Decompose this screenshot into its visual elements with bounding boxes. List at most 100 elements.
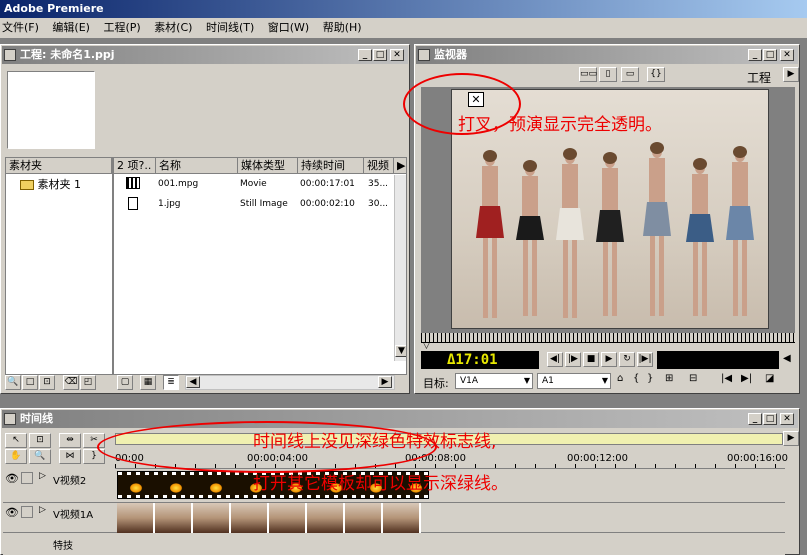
thumbnail-view-icon[interactable]: ▢ [117,375,133,390]
scroll-left-button[interactable]: ◀ [186,376,200,388]
list-view-icon[interactable]: ≣ [163,375,179,390]
menu-help[interactable]: 帮助(H) [323,21,362,34]
mark-in-icon[interactable]: { [633,373,639,384]
folder-icon [20,180,34,190]
timeline-titlebar[interactable]: 时间线 _ □ ✕ [2,410,798,428]
clip-v1a[interactable] [117,503,431,533]
track-header-v2[interactable]: 👁 ▷ V视频2 [3,469,115,503]
zoom-tool-icon[interactable]: 🔍 [29,449,51,464]
columns-scroll-right[interactable]: ▶ [394,158,406,174]
table-row[interactable]: 001.mpg Movie 00:00:17:01 35... [114,175,406,194]
find-icon[interactable]: 🔍 [5,375,21,390]
project-toolbar: 🔍 □ ⊡ ⌫ ◰ ▢ ▦ ≣ ◀ ▶ [5,375,407,391]
overlay-icon[interactable]: ⊟ [689,373,697,384]
lock-box[interactable] [21,506,33,518]
monitor-window-icon [418,49,430,61]
monitor-titlebar[interactable]: 监视器 _ □ ✕ [416,46,798,64]
go-out-icon[interactable]: ▶| [741,373,752,384]
track-area-v1a[interactable] [115,503,785,533]
lift-icon[interactable]: ⌂ [617,373,623,384]
timeline-menu-arrow[interactable]: ▶ [783,431,799,446]
play-icon[interactable]: ▶ [601,352,617,367]
new-bin-icon[interactable]: □ [22,375,38,390]
stop-icon[interactable]: ■ [583,352,599,367]
grid-view-icon[interactable]: ▦ [140,375,156,390]
jog-display[interactable] [657,351,779,369]
project-window: 工程: 未命名1.ppj _ □ ✕ 素材夹 素材夹 1 2 项?.. 名称 媒… [0,44,410,394]
scroll-right-button[interactable]: ▶ [378,376,392,388]
bin-item[interactable]: 素材夹 1 [20,177,81,193]
movie-icon [126,177,140,189]
monitor-tab[interactable]: 工程 [747,69,771,86]
monitor-video-area: ✕ 打叉，预演显示完全透明。 [403,73,795,333]
step-forward-icon[interactable]: |▶ [565,352,581,367]
menu-file[interactable]: 文件(F) [2,21,39,34]
bracket-icon[interactable]: {} [647,67,665,82]
step-back-icon[interactable]: ◀| [547,352,563,367]
range-select-icon[interactable]: ⊡ [29,433,51,448]
menu-project[interactable]: 工程(P) [103,21,140,34]
menu-clip[interactable]: 素材(C) [154,21,192,34]
maximize-button[interactable]: □ [373,49,387,61]
mark-out-icon[interactable]: } [647,373,653,384]
dual-view-icon[interactable]: ▭▭ [579,67,597,82]
track-header-v1a[interactable]: 👁 ▷ V视频1A [3,503,115,533]
icon-view-icon[interactable]: ◰ [80,375,96,390]
selection-tool-icon[interactable]: ↖ [5,433,27,448]
scroll-down-button[interactable]: ▼ [395,345,406,357]
timecode: Δ17:01 [447,352,498,368]
close-button[interactable]: ✕ [780,49,794,61]
expand-arrow-icon[interactable]: ▷ [39,471,46,481]
items-hscroll[interactable]: ◀ ▶ [185,375,395,390]
minimize-button[interactable]: _ [748,413,762,425]
monitor-menu-arrow[interactable]: ▶ [783,67,799,82]
insert-icon[interactable]: ⊞ [665,373,673,384]
col-duration[interactable]: 持续时间 [298,158,364,174]
single-view-icon[interactable]: ▯ [599,67,617,82]
track-area-transitions[interactable] [115,533,785,555]
chevron-down-icon: ▼ [523,376,530,385]
film-perforation-bottom [118,495,428,498]
col-video[interactable]: 视频 [364,158,394,174]
close-button[interactable]: ✕ [780,413,794,425]
menu-window[interactable]: 窗口(W) [268,21,309,34]
annotation-ellipse [403,73,521,135]
volume-icon[interactable]: ◀ [783,353,791,364]
item-count-header[interactable]: 2 项?.. [114,158,156,174]
cross-fade-icon[interactable]: ⋈ [59,449,81,464]
items-vscroll[interactable]: ▼ [394,175,406,361]
bins-header[interactable]: 素材夹 [6,158,112,174]
hand-tool-icon[interactable]: ✋ [5,449,27,464]
loop-icon[interactable]: ↻ [619,352,635,367]
close-button[interactable]: ✕ [390,49,404,61]
minimize-button[interactable]: _ [358,49,372,61]
playhead-marker[interactable]: ▽ [423,341,430,351]
eye-icon[interactable]: 👁 [5,472,19,485]
lock-box[interactable] [21,472,33,484]
delete-icon[interactable]: ⌫ [63,375,79,390]
eye-icon[interactable]: 👁 [5,506,19,519]
minimize-button[interactable]: _ [748,49,762,61]
play-in-out-icon[interactable]: |▶| [637,352,653,367]
maximize-button[interactable]: □ [763,413,777,425]
audio-target-select[interactable]: A1 ▼ [537,373,611,389]
trim-view-icon[interactable]: ▭ [621,67,639,82]
table-row[interactable]: 1.jpg Still Image 00:00:02:10 30... [114,195,406,214]
clip-thumbnail [269,503,307,533]
new-item-icon[interactable]: ⊡ [39,375,55,390]
maximize-button[interactable]: □ [763,49,777,61]
col-media-type[interactable]: 媒体类型 [238,158,298,174]
ruler-label: 00:00:12:00 [567,453,629,464]
col-name[interactable]: 名称 [156,158,238,174]
track-header-transitions[interactable]: 特技 [3,533,115,555]
expand-arrow-icon[interactable]: ▷ [39,505,46,515]
project-titlebar[interactable]: 工程: 未命名1.ppj _ □ ✕ [2,46,408,64]
scrub-bar[interactable] [421,333,795,343]
timeline-title: 时间线 [20,412,53,425]
go-in-icon[interactable]: |◀ [721,373,732,384]
video-target-select[interactable]: V1A ▼ [455,373,533,389]
settings-icon[interactable]: ◪ [765,373,774,384]
track-select-icon[interactable]: ⇹ [59,433,81,448]
menu-timeline[interactable]: 时间线(T) [206,21,254,34]
menu-edit[interactable]: 编辑(E) [52,21,90,34]
